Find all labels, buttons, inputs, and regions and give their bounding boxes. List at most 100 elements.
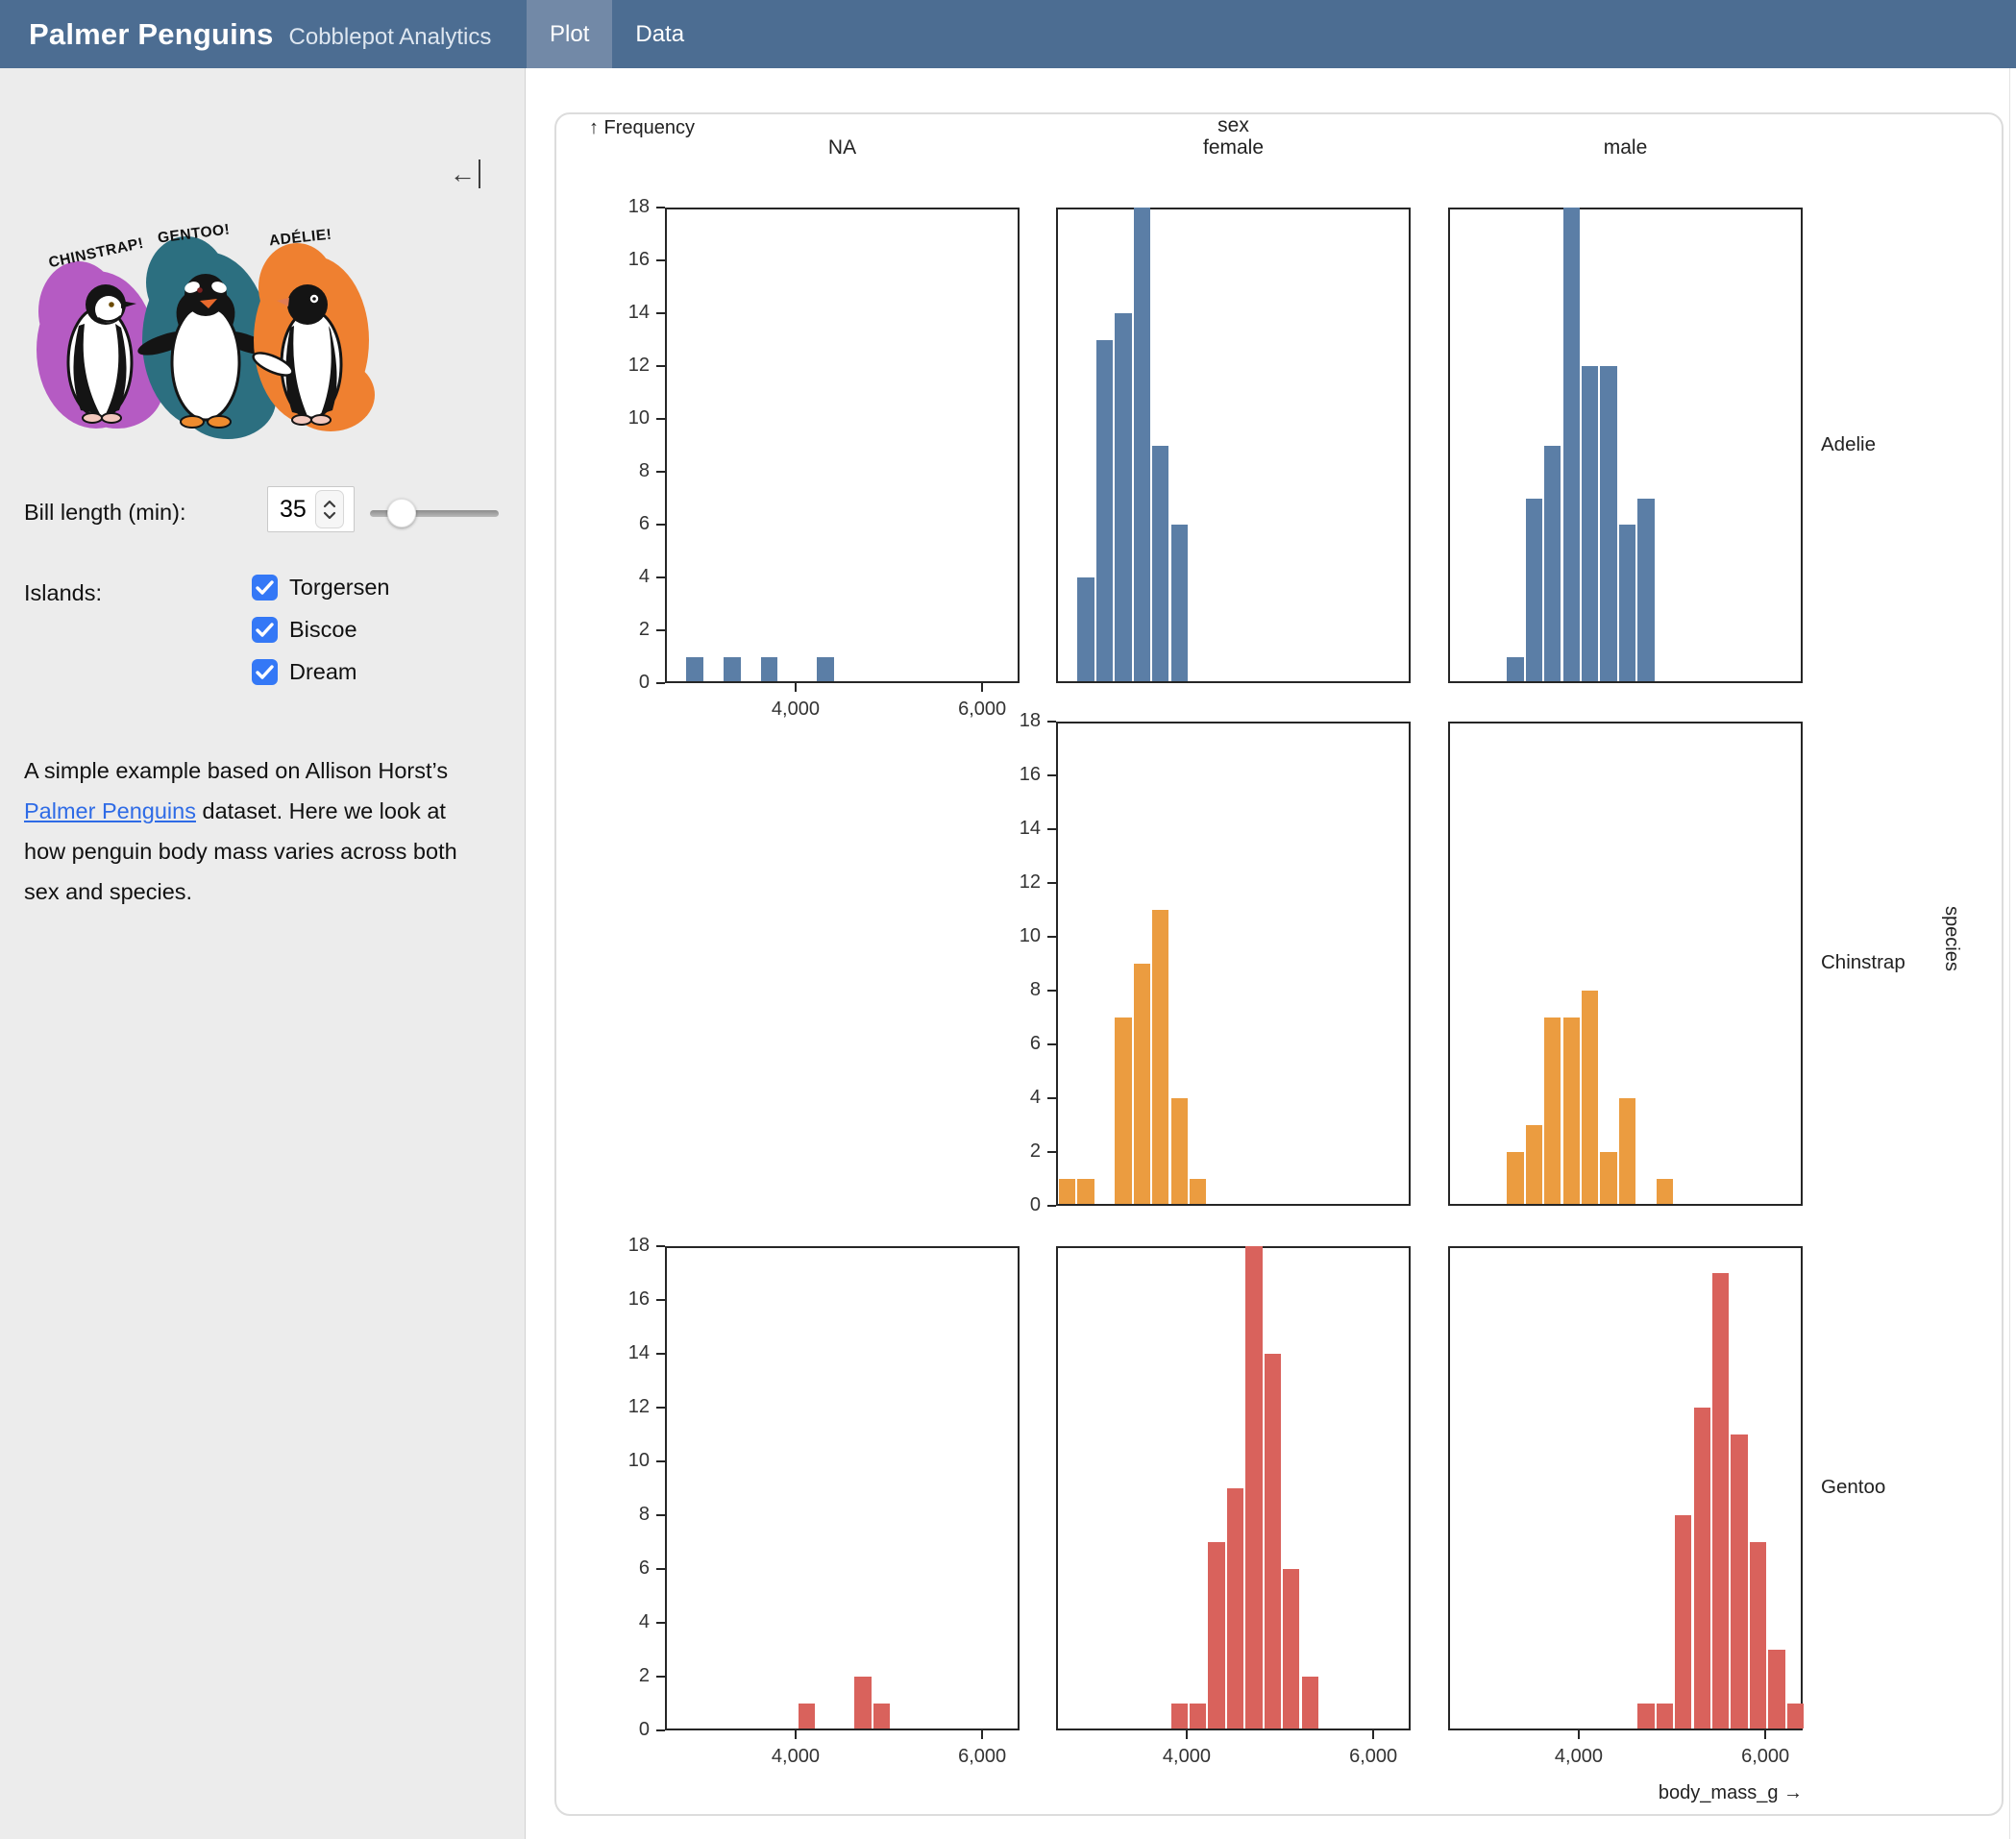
x-tick-mark bbox=[1186, 1730, 1188, 1739]
x-tick-label: 4,000 bbox=[1521, 1746, 1636, 1768]
bill-length-input[interactable]: 35 bbox=[267, 486, 355, 532]
y-tick-label: 12 bbox=[596, 1396, 650, 1418]
y-tick-label: 0 bbox=[987, 1194, 1041, 1216]
sidebar: ← bbox=[0, 68, 526, 1839]
y-tick-mark bbox=[656, 629, 665, 631]
y-tick-label: 18 bbox=[596, 196, 650, 218]
y-tick-mark bbox=[1047, 1097, 1056, 1099]
histogram-bar bbox=[1507, 657, 1523, 682]
palmer-penguins-link[interactable]: Palmer Penguins bbox=[24, 798, 196, 823]
y-tick-mark bbox=[1047, 1205, 1056, 1207]
checkbox-row-biscoe: Biscoe bbox=[252, 617, 357, 643]
islands-label: Islands: bbox=[24, 580, 102, 606]
histogram-bar bbox=[724, 657, 740, 682]
y-tick-mark bbox=[656, 1407, 665, 1409]
checkmark-icon bbox=[252, 575, 278, 601]
y-tick-label: 16 bbox=[596, 249, 650, 271]
x-tick-mark bbox=[1372, 1730, 1374, 1739]
histogram-bar bbox=[1265, 1354, 1281, 1729]
y-tick-label: 10 bbox=[987, 925, 1041, 947]
y-tick-mark bbox=[1047, 774, 1056, 776]
histogram-bar bbox=[1245, 1246, 1262, 1729]
histogram-bar bbox=[1171, 1704, 1188, 1729]
bill-length-stepper[interactable] bbox=[315, 490, 344, 528]
checkbox-torgersen[interactable] bbox=[252, 575, 278, 601]
checkbox-label-dream[interactable]: Dream bbox=[289, 659, 357, 685]
y-tick-label: 10 bbox=[596, 407, 650, 429]
y-tick-label: 2 bbox=[596, 1665, 650, 1687]
histogram-bar bbox=[1096, 340, 1113, 682]
histogram-bar bbox=[1152, 910, 1168, 1204]
histogram-bar bbox=[1507, 1152, 1523, 1204]
histogram-bar bbox=[1544, 446, 1561, 682]
checkbox-dream[interactable] bbox=[252, 659, 278, 685]
x-tick-mark bbox=[981, 683, 983, 692]
y-tick-label: 14 bbox=[596, 302, 650, 324]
histogram-bar bbox=[1619, 525, 1635, 681]
slider-thumb[interactable] bbox=[387, 499, 416, 527]
row-label-Gentoo: Gentoo bbox=[1821, 1476, 1885, 1499]
y-tick-label: 10 bbox=[596, 1450, 650, 1472]
histogram-bar bbox=[1694, 1408, 1710, 1729]
facet-plot-Adelie-NA bbox=[665, 208, 1020, 683]
histogram-bar bbox=[1171, 1098, 1188, 1204]
row-label-Adelie: Adelie bbox=[1821, 433, 1876, 456]
y-tick-label: 2 bbox=[596, 619, 650, 641]
y-tick-mark bbox=[1047, 990, 1056, 992]
histogram-bar bbox=[1712, 1273, 1729, 1729]
y-tick-mark bbox=[656, 312, 665, 314]
bill-length-value: 35 bbox=[280, 496, 314, 524]
column-header-male: male bbox=[1549, 136, 1703, 159]
histogram-bar bbox=[1544, 1018, 1561, 1204]
histogram-bar bbox=[1637, 1704, 1654, 1729]
bill-length-label: Bill length (min): bbox=[24, 500, 185, 526]
tab-plot[interactable]: Plot bbox=[527, 0, 612, 68]
histogram-bar bbox=[1152, 446, 1168, 682]
checkmark-icon bbox=[252, 659, 278, 685]
tab-bar: Plot Data bbox=[527, 0, 707, 68]
facet-plot-Chinstrap-male bbox=[1448, 722, 1803, 1206]
description-text-before: A simple example based on Allison Horst’… bbox=[24, 758, 448, 783]
tab-data[interactable]: Data bbox=[612, 0, 707, 68]
y-tick-mark bbox=[656, 1514, 665, 1516]
checkbox-biscoe[interactable] bbox=[252, 617, 278, 643]
checkbox-label-biscoe[interactable]: Biscoe bbox=[289, 617, 357, 643]
facet-plot-Adelie-female bbox=[1056, 208, 1411, 683]
y-tick-mark bbox=[656, 1622, 665, 1624]
sidebar-description: A simple example based on Allison Horst’… bbox=[24, 750, 468, 912]
histogram-bar bbox=[1657, 1179, 1673, 1204]
row-label-Chinstrap: Chinstrap bbox=[1821, 951, 1905, 974]
y-tick-mark bbox=[656, 471, 665, 473]
histogram-bar bbox=[1787, 1704, 1804, 1729]
app-title: Palmer Penguins bbox=[29, 17, 274, 52]
x-tick-mark bbox=[1578, 1730, 1580, 1739]
y-tick-label: 4 bbox=[596, 566, 650, 588]
y-tick-label: 18 bbox=[987, 710, 1041, 732]
histogram-bar bbox=[1526, 1125, 1542, 1204]
x-tick-label: 4,000 bbox=[1129, 1746, 1244, 1768]
bill-length-slider[interactable] bbox=[370, 499, 499, 527]
y-tick-mark bbox=[656, 1299, 665, 1301]
histogram-bar bbox=[1134, 964, 1150, 1204]
histogram-bar bbox=[1134, 208, 1150, 681]
y-axis-title: ↑ Frequency bbox=[589, 117, 695, 139]
scrollbar-track[interactable] bbox=[2009, 68, 2010, 1839]
y-tick-label: 14 bbox=[596, 1342, 650, 1364]
x-tick-mark bbox=[981, 1730, 983, 1739]
y-tick-label: 6 bbox=[987, 1033, 1041, 1055]
y-tick-mark bbox=[656, 259, 665, 261]
histogram-bar bbox=[761, 657, 777, 682]
histogram-bar bbox=[1582, 366, 1598, 681]
y-tick-mark bbox=[656, 1568, 665, 1570]
histogram-bar bbox=[1059, 1179, 1075, 1204]
histogram-bar bbox=[817, 657, 833, 682]
chevron-down-icon bbox=[323, 511, 336, 520]
x-tick-label: 6,000 bbox=[1315, 1746, 1431, 1768]
facet-plot-Gentoo-male bbox=[1448, 1246, 1803, 1730]
column-header-NA: NA bbox=[766, 136, 920, 159]
y-tick-label: 8 bbox=[596, 460, 650, 482]
histogram-bar bbox=[1619, 1098, 1635, 1204]
collapse-sidebar-icon[interactable]: ← bbox=[450, 159, 480, 188]
histogram-bar bbox=[1190, 1179, 1206, 1204]
checkbox-label-torgersen[interactable]: Torgersen bbox=[289, 575, 390, 601]
